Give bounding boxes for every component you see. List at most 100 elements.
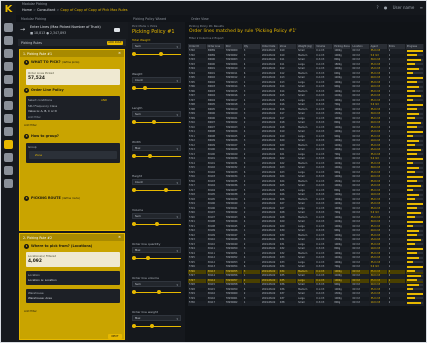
slider-min-handle[interactable] (132, 188, 136, 192)
location-filter[interactable]: Location Location is: Location (26, 271, 120, 285)
close-icon[interactable]: × (118, 51, 121, 55)
aggregation-dropdown[interactable]: Sum ▾ (132, 43, 181, 49)
progress-cell (405, 175, 425, 180)
slider-max-handle[interactable] (143, 86, 148, 90)
progress-cell (405, 112, 425, 117)
app-logo[interactable]: K (3, 4, 14, 15)
aggregation-dropdown[interactable]: Max ▾ (132, 145, 181, 151)
progress-bar (406, 184, 423, 187)
range-slider[interactable] (132, 120, 181, 124)
layers-icon[interactable] (4, 166, 13, 175)
range-slider[interactable] (132, 256, 181, 260)
slider-max-handle[interactable] (150, 324, 154, 328)
info-icon[interactable] (4, 179, 13, 188)
arrow-icon[interactable] (4, 23, 13, 32)
table-cell: 09 m3 (350, 301, 370, 306)
slider-track (132, 155, 181, 157)
dropdown-value: Max (135, 147, 141, 150)
aggregation-dropdown[interactable]: Count ▾ (132, 77, 181, 83)
slider-max-handle[interactable] (145, 256, 150, 260)
progress-bar (406, 112, 423, 115)
table-row[interactable]: 5730 30117 79930062 1 2019-08-02 K38 Small 0.3 … (188, 301, 425, 306)
progress-bar (406, 63, 423, 65)
condition-value[interactable]: AND (101, 98, 107, 102)
group-select[interactable]: Group Zone (26, 143, 120, 163)
filter-value[interactable]: Value is: A, B, C or D (28, 109, 57, 113)
add-filter-row[interactable]: Add filter (24, 123, 37, 127)
group-dropdown[interactable]: Zone (29, 151, 117, 159)
slider-max-handle[interactable] (154, 222, 159, 226)
home-icon[interactable] (4, 36, 13, 45)
download-icon[interactable] (4, 88, 13, 97)
warehouse-filter[interactable]: Warehouse Warehouse: Area (26, 289, 120, 303)
chart-icon[interactable] (4, 62, 13, 71)
progress-bar (406, 198, 423, 200)
left-panel: → Enter Lines (Max Picked Number of Truc… (16, 22, 129, 342)
add-rule-button[interactable]: ADD RULE (107, 40, 123, 45)
filter-label[interactable]: SKU Frequency Class (28, 104, 57, 108)
results-toolbar[interactable]: Filter ▾ Columns ▾ Export (189, 36, 224, 40)
progress-fill (406, 279, 417, 281)
step-what-to-pick[interactable]: 1 WHAT TO PICK? (define picks) (24, 60, 79, 65)
breadcrumb-home[interactable]: Home (22, 8, 32, 12)
step-how-to-group[interactable]: 3 How to group? (24, 134, 59, 139)
user-icon[interactable]: ● (384, 5, 388, 10)
progress-fill (406, 252, 417, 254)
slider-min-handle[interactable] (132, 222, 136, 226)
aggregation-dropdown[interactable]: Count ▾ (132, 179, 181, 185)
add-filter-row[interactable]: Add filter (24, 309, 37, 313)
range-slider[interactable] (132, 52, 181, 56)
slider-min-handle[interactable] (132, 290, 136, 294)
folder-icon[interactable] (114, 28, 120, 32)
diamond-icon[interactable] (4, 114, 13, 123)
aggregation-dropdown[interactable]: Sum ▾ (132, 111, 181, 117)
user-icon[interactable] (4, 153, 13, 162)
range-slider[interactable] (132, 222, 181, 226)
slider-min-handle[interactable] (132, 86, 136, 90)
add-filter-link[interactable]: Add filter (28, 115, 41, 119)
slider-min-handle[interactable] (132, 324, 136, 328)
slider-max-handle[interactable] (156, 290, 161, 294)
slider-max-handle[interactable] (152, 120, 157, 124)
list-icon[interactable] (4, 49, 13, 58)
aggregation-dropdown[interactable]: Max ▾ (132, 247, 181, 253)
range-slider[interactable] (132, 86, 181, 90)
slider-min-handle[interactable] (132, 256, 136, 260)
progress-fill (406, 283, 419, 286)
warning-icon[interactable] (4, 101, 13, 110)
help-icon[interactable]: ? (376, 5, 378, 10)
slider-min-handle[interactable] (132, 120, 136, 124)
aggregation-dropdown[interactable]: Sum ▾ (132, 281, 181, 287)
close-icon[interactable]: × (118, 235, 121, 239)
range-slider[interactable] (132, 324, 181, 328)
upload-icon[interactable] (4, 75, 13, 84)
slider-max-handle[interactable] (163, 188, 168, 192)
progress-bar (406, 220, 423, 223)
next-button[interactable]: NEXT (108, 334, 122, 339)
breadcrumb-consultant[interactable]: Consultant (37, 8, 55, 12)
progress-fill (406, 85, 419, 88)
slider-max-handle[interactable] (159, 52, 163, 56)
grid-icon[interactable] (4, 140, 13, 149)
aggregation-dropdown[interactable]: Sum ▾ (132, 213, 181, 219)
slider-max-handle[interactable] (147, 154, 152, 158)
user-name[interactable]: User name (393, 5, 415, 10)
field-value: 4,092 (28, 259, 42, 264)
back-arrow-icon[interactable]: → (20, 26, 25, 33)
range-slider[interactable] (132, 188, 181, 192)
step-where-to-pick[interactable]: 1 Where to pick from? (Locations) (24, 244, 92, 249)
breadcrumb-current: Copy of Copy of Copy of Pick Max Rules (60, 8, 128, 12)
slider-min-handle[interactable] (132, 154, 136, 158)
slider-min-handle[interactable] (132, 52, 136, 56)
progress-bar (406, 288, 423, 290)
range-slider[interactable] (132, 154, 181, 158)
progress-cell (405, 265, 425, 270)
progress-bar (406, 265, 423, 268)
aggregation-dropdown[interactable]: Max ▾ (132, 315, 181, 321)
step-order-line-policy[interactable]: 2 Order Line Policy (24, 88, 64, 93)
range-slider[interactable] (132, 290, 181, 294)
menu-icon[interactable]: ≡ (420, 5, 423, 10)
settings-icon[interactable] (4, 127, 13, 136)
step-picking-route[interactable]: 4 PICKING ROUTE (define route) (24, 196, 80, 201)
chevron-down-icon: ▾ (176, 282, 178, 287)
